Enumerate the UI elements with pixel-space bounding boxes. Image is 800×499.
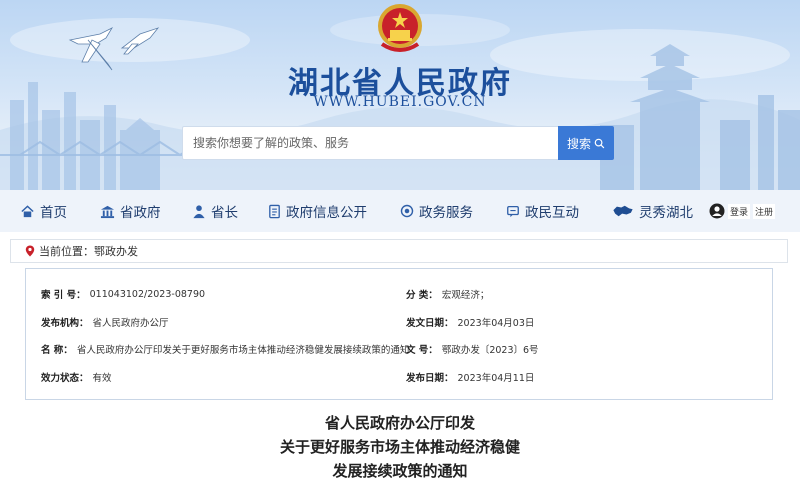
nav-government-info[interactable]: 政府信息公开 — [268, 190, 367, 232]
document-metadata-table: 索 引 号： 011043102/2023-08790 分 类： 宏观经济； 发… — [25, 268, 773, 400]
search-icon — [594, 138, 605, 148]
document-title-line-3: 发展接续政策的通知 — [332, 462, 468, 480]
publish-date-value: 2023年04月11日 — [457, 373, 535, 384]
document-name-label: 名 称： — [41, 345, 73, 356]
issuing-org-value: 省人民政府办公厅 — [92, 318, 169, 329]
publish-date-label: 发布日期： — [406, 373, 454, 384]
search-button-label: 搜索 — [566, 136, 591, 151]
document-title-line-1: 省人民政府办公厅印发 — [324, 414, 475, 432]
breadcrumb: 当前位置： 鄂政办发 — [10, 239, 788, 263]
nav-public-interaction-label: 政民互动 — [525, 205, 579, 221]
nav-provincial-government-label: 省政府 — [120, 205, 161, 221]
metadata-row: 效力状态： 有效 发布日期： 2023年04月11日 — [26, 367, 774, 387]
nav-lingxiu-hubei-label: 灵秀湖北 — [639, 205, 693, 221]
search-button[interactable]: 搜索 — [558, 126, 614, 160]
user-login-area: 登录 注册 — [709, 201, 776, 221]
register-button[interactable]: 注册 — [753, 203, 776, 219]
login-button[interactable]: 登录 — [728, 203, 751, 219]
issue-date-value: 2023年04月03日 — [457, 318, 535, 329]
nav-government-services[interactable]: 政务服务 — [400, 190, 473, 232]
search-bar: 搜索 — [182, 126, 614, 160]
nav-provincial-government[interactable]: 省政府 — [100, 190, 161, 232]
location-pin-icon — [25, 245, 35, 257]
breadcrumb-label: 当前位置： — [39, 245, 94, 258]
category-label: 分 类： — [406, 290, 438, 301]
nav-public-interaction[interactable]: 政民互动 — [506, 190, 579, 232]
document-info-icon — [269, 204, 280, 218]
document-number-label: 文 号： — [406, 345, 438, 356]
validity-status-label: 效力状态： — [41, 373, 89, 384]
site-url: WWW.HUBEI.GOV.CN — [313, 94, 487, 110]
government-building-icon — [100, 205, 115, 218]
governor-person-icon — [193, 204, 205, 218]
breadcrumb-current[interactable]: 鄂政办发 — [94, 243, 138, 259]
issuing-org-label: 发布机构： — [41, 318, 89, 329]
nav-governor[interactable]: 省长 — [192, 190, 238, 232]
document-title-line-2: 关于更好服务市场主体推动经济稳健 — [279, 438, 520, 456]
metadata-row: 索 引 号： 011043102/2023-08790 分 类： 宏观经济； — [26, 284, 774, 304]
nav-home-label: 首页 — [40, 205, 67, 221]
user-avatar-icon[interactable] — [709, 203, 725, 219]
document-name-value: 省人民政府办公厅印发关于更好服务市场主体推动经济稳健发展接续政策的通知 — [76, 345, 410, 356]
metadata-row: 发布机构： 省人民政府办公厅 发文日期： 2023年04月03日 — [26, 312, 774, 332]
nav-lingxiu-hubei[interactable]: 灵秀湖北 — [612, 190, 693, 232]
hubei-map-icon — [613, 205, 633, 217]
home-icon — [21, 204, 34, 217]
nav-governor-label: 省长 — [211, 205, 238, 221]
issue-date-label: 发文日期： — [406, 318, 454, 329]
header-banner: 湖北省人民政府 WWW.HUBEI.GOV.CN 搜索 — [0, 0, 800, 190]
nav-home[interactable]: 首页 — [20, 190, 67, 232]
search-input[interactable] — [183, 127, 559, 159]
metadata-row: 名 称： 省人民政府办公厅印发关于更好服务市场主体推动经济稳健发展接续政策的通知… — [26, 339, 774, 359]
document-number-value: 鄂政办发〔2023〕6号 — [441, 345, 539, 356]
index-number-value: 011043102/2023-08790 — [89, 288, 206, 300]
nav-government-info-label: 政府信息公开 — [286, 205, 367, 221]
validity-status-value: 有效 — [92, 373, 112, 384]
main-nav: 首页 省政府 省长 政府信息公开 政务服务 政民互动 灵秀湖北 — [0, 190, 800, 232]
national-emblem-icon — [378, 4, 422, 52]
interaction-icon — [507, 205, 519, 218]
service-icon — [400, 204, 414, 218]
index-number-label: 索 引 号： — [41, 290, 86, 301]
nav-government-services-label: 政务服务 — [419, 205, 473, 221]
category-value: 宏观经济； — [441, 290, 490, 301]
